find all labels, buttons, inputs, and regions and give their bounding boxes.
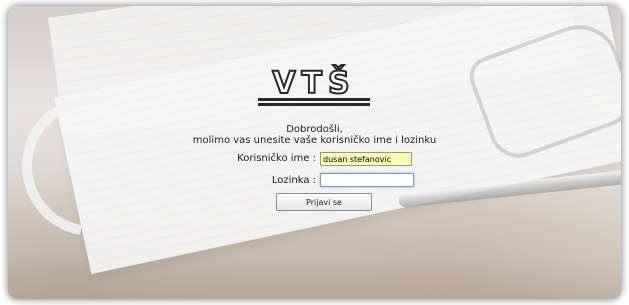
logo-underline-top — [258, 98, 370, 101]
login-button[interactable]: Prijavi se — [276, 193, 372, 211]
logo-text: VTŠ — [271, 65, 356, 102]
username-input[interactable] — [320, 152, 412, 166]
logo-underline-bottom — [258, 103, 370, 106]
greeting-title: Dobrodošli, — [286, 124, 343, 135]
login-form: VTŠ Dobrodošli, molimo vas unesite vaše … — [8, 6, 621, 299]
password-input[interactable] — [320, 173, 414, 187]
greeting-instructions: molimo vas unesite vaše korisničko ime i… — [192, 135, 437, 146]
password-label: Lozinka : — [271, 175, 316, 186]
username-label: Korisničko ime : — [237, 153, 316, 164]
vts-logo: VTŠ — [252, 64, 376, 106]
